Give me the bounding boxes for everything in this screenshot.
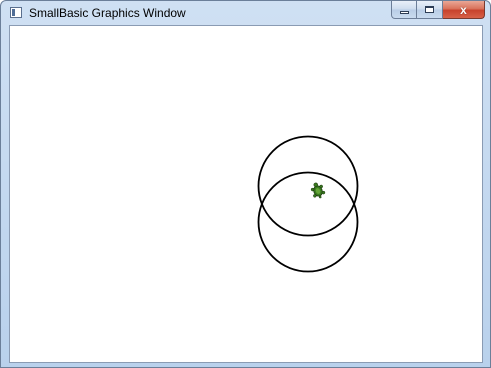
title-bar[interactable]: SmallBasic Graphics Window x [1, 1, 490, 25]
graphics-canvas-area[interactable] [9, 25, 483, 363]
drawing-canvas[interactable] [10, 26, 482, 362]
turtle-icon [310, 182, 326, 199]
graphics-window: SmallBasic Graphics Window x [0, 0, 491, 368]
maximize-button[interactable] [417, 1, 443, 19]
window-title: SmallBasic Graphics Window [29, 6, 186, 20]
minimize-button[interactable] [391, 1, 417, 19]
maximize-icon [425, 6, 434, 13]
close-icon: x [460, 2, 467, 17]
close-button[interactable]: x [443, 1, 485, 19]
minimize-icon [399, 11, 409, 14]
caption-buttons: x [391, 1, 485, 20]
app-window-icon[interactable] [10, 7, 22, 18]
